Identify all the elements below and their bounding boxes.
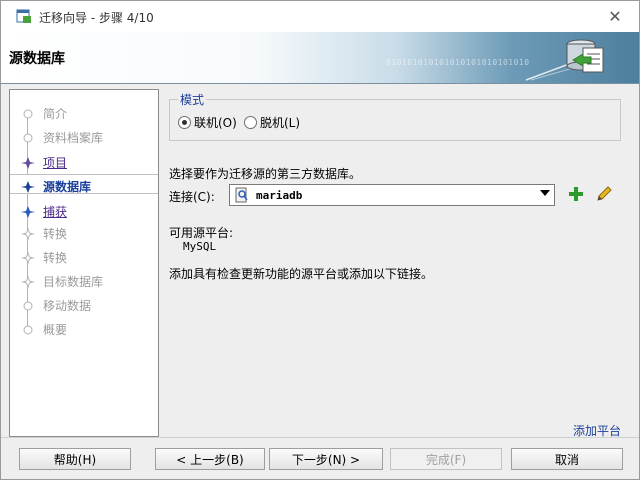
page-title: 源数据库: [9, 51, 65, 67]
edit-connection-icon[interactable]: [595, 185, 613, 203]
online-radio-label: 联机(O): [194, 116, 237, 130]
step-pending-icon: [21, 251, 35, 265]
step-pending-icon: [21, 275, 35, 289]
finish-button[interactable]: 完成(F): [390, 448, 502, 470]
title-bar: 迁移向导 - 步骤 4/10 ✕: [1, 1, 639, 32]
mode-legend: 模式: [178, 91, 207, 108]
connection-label: 连接(C):: [169, 190, 215, 204]
step-pending-icon: [21, 227, 35, 241]
step-label: 项目: [43, 156, 68, 170]
step-done-icon: [21, 157, 35, 169]
chevron-down-icon[interactable]: [540, 190, 550, 196]
step-label: 转换: [43, 227, 68, 241]
wizard-app-icon: [16, 9, 31, 23]
step-pending-icon: [23, 301, 33, 311]
next-button[interactable]: 下一步(N) >: [269, 448, 383, 470]
step-label: 资料档案库: [43, 131, 104, 145]
available-platforms-label: 可用源平台:: [169, 226, 234, 240]
step-next-icon: [21, 206, 35, 218]
mode-group: 模式 联机(O) 脱机(L): [169, 91, 621, 141]
banner-binary-text: 010101010101010101010101010: [386, 58, 530, 67]
source-prompt-text: 选择要作为迁移源的第三方数据库。: [169, 167, 362, 181]
add-connection-icon[interactable]: [567, 185, 585, 203]
close-icon[interactable]: ✕: [605, 6, 625, 26]
step-label: 捕获: [43, 205, 68, 219]
step-convert-2: 转换: [10, 246, 158, 266]
wizard-steps-panel: 简介 资料档案库 项目 源数据库 捕获 转换 转换 目标数据库 移动数据 概要: [9, 89, 159, 437]
step-label: 转换: [43, 251, 68, 265]
step-label: 目标数据库: [43, 275, 104, 289]
step-pending-icon: [23, 109, 33, 119]
connection-value: mariadb: [256, 188, 303, 202]
add-platform-info-text: 添加具有检查更新功能的源平台或添加以下链接。: [169, 267, 434, 281]
step-convert-1: 转换: [10, 222, 158, 242]
help-button[interactable]: 帮助(H): [19, 448, 131, 470]
header-banner: 源数据库 010101010101010101010101010: [1, 32, 639, 84]
step-source-database[interactable]: 源数据库: [10, 174, 158, 194]
step-summary: 概要: [10, 318, 158, 338]
offline-radio-label: 脱机(L): [260, 116, 301, 130]
step-capture[interactable]: 捕获: [10, 200, 158, 220]
offline-radio[interactable]: 脱机(L): [244, 114, 300, 131]
wizard-footer: 帮助(H) < 上一步(B) 下一步(N) > 完成(F) 取消: [1, 437, 639, 479]
step-pending-icon: [23, 325, 33, 335]
connection-icon: [235, 187, 248, 203]
main-content: 模式 联机(O) 脱机(L) 选择要作为迁移源的第三方数据库。 连接(C): m…: [161, 89, 637, 438]
step-project[interactable]: 项目: [10, 151, 158, 171]
step-pending-icon: [23, 133, 33, 143]
database-migration-icon: [525, 39, 604, 81]
connection-select[interactable]: mariadb: [229, 184, 555, 206]
step-label: 简介: [43, 107, 68, 121]
online-radio[interactable]: 联机(O): [178, 114, 237, 131]
cancel-button[interactable]: 取消: [511, 448, 623, 470]
available-platform-value: MySQL: [183, 240, 217, 253]
step-label: 源数据库: [43, 180, 92, 194]
step-current-icon: [21, 181, 35, 193]
window-title: 迁移向导 - 步骤 4/10: [39, 11, 154, 25]
step-target-database: 目标数据库: [10, 270, 158, 290]
step-move-data: 移动数据: [10, 294, 158, 314]
migration-wizard-window: 迁移向导 - 步骤 4/10 ✕ 源数据库 010101010101010101…: [0, 0, 640, 480]
step-label: 移动数据: [43, 299, 92, 313]
online-radio-indicator[interactable]: [178, 116, 191, 129]
step-label: 概要: [43, 323, 68, 337]
step-intro: 简介: [10, 102, 158, 122]
step-repository: 资料档案库: [10, 126, 158, 146]
offline-radio-indicator[interactable]: [244, 116, 257, 129]
back-button[interactable]: < 上一步(B): [155, 448, 265, 470]
